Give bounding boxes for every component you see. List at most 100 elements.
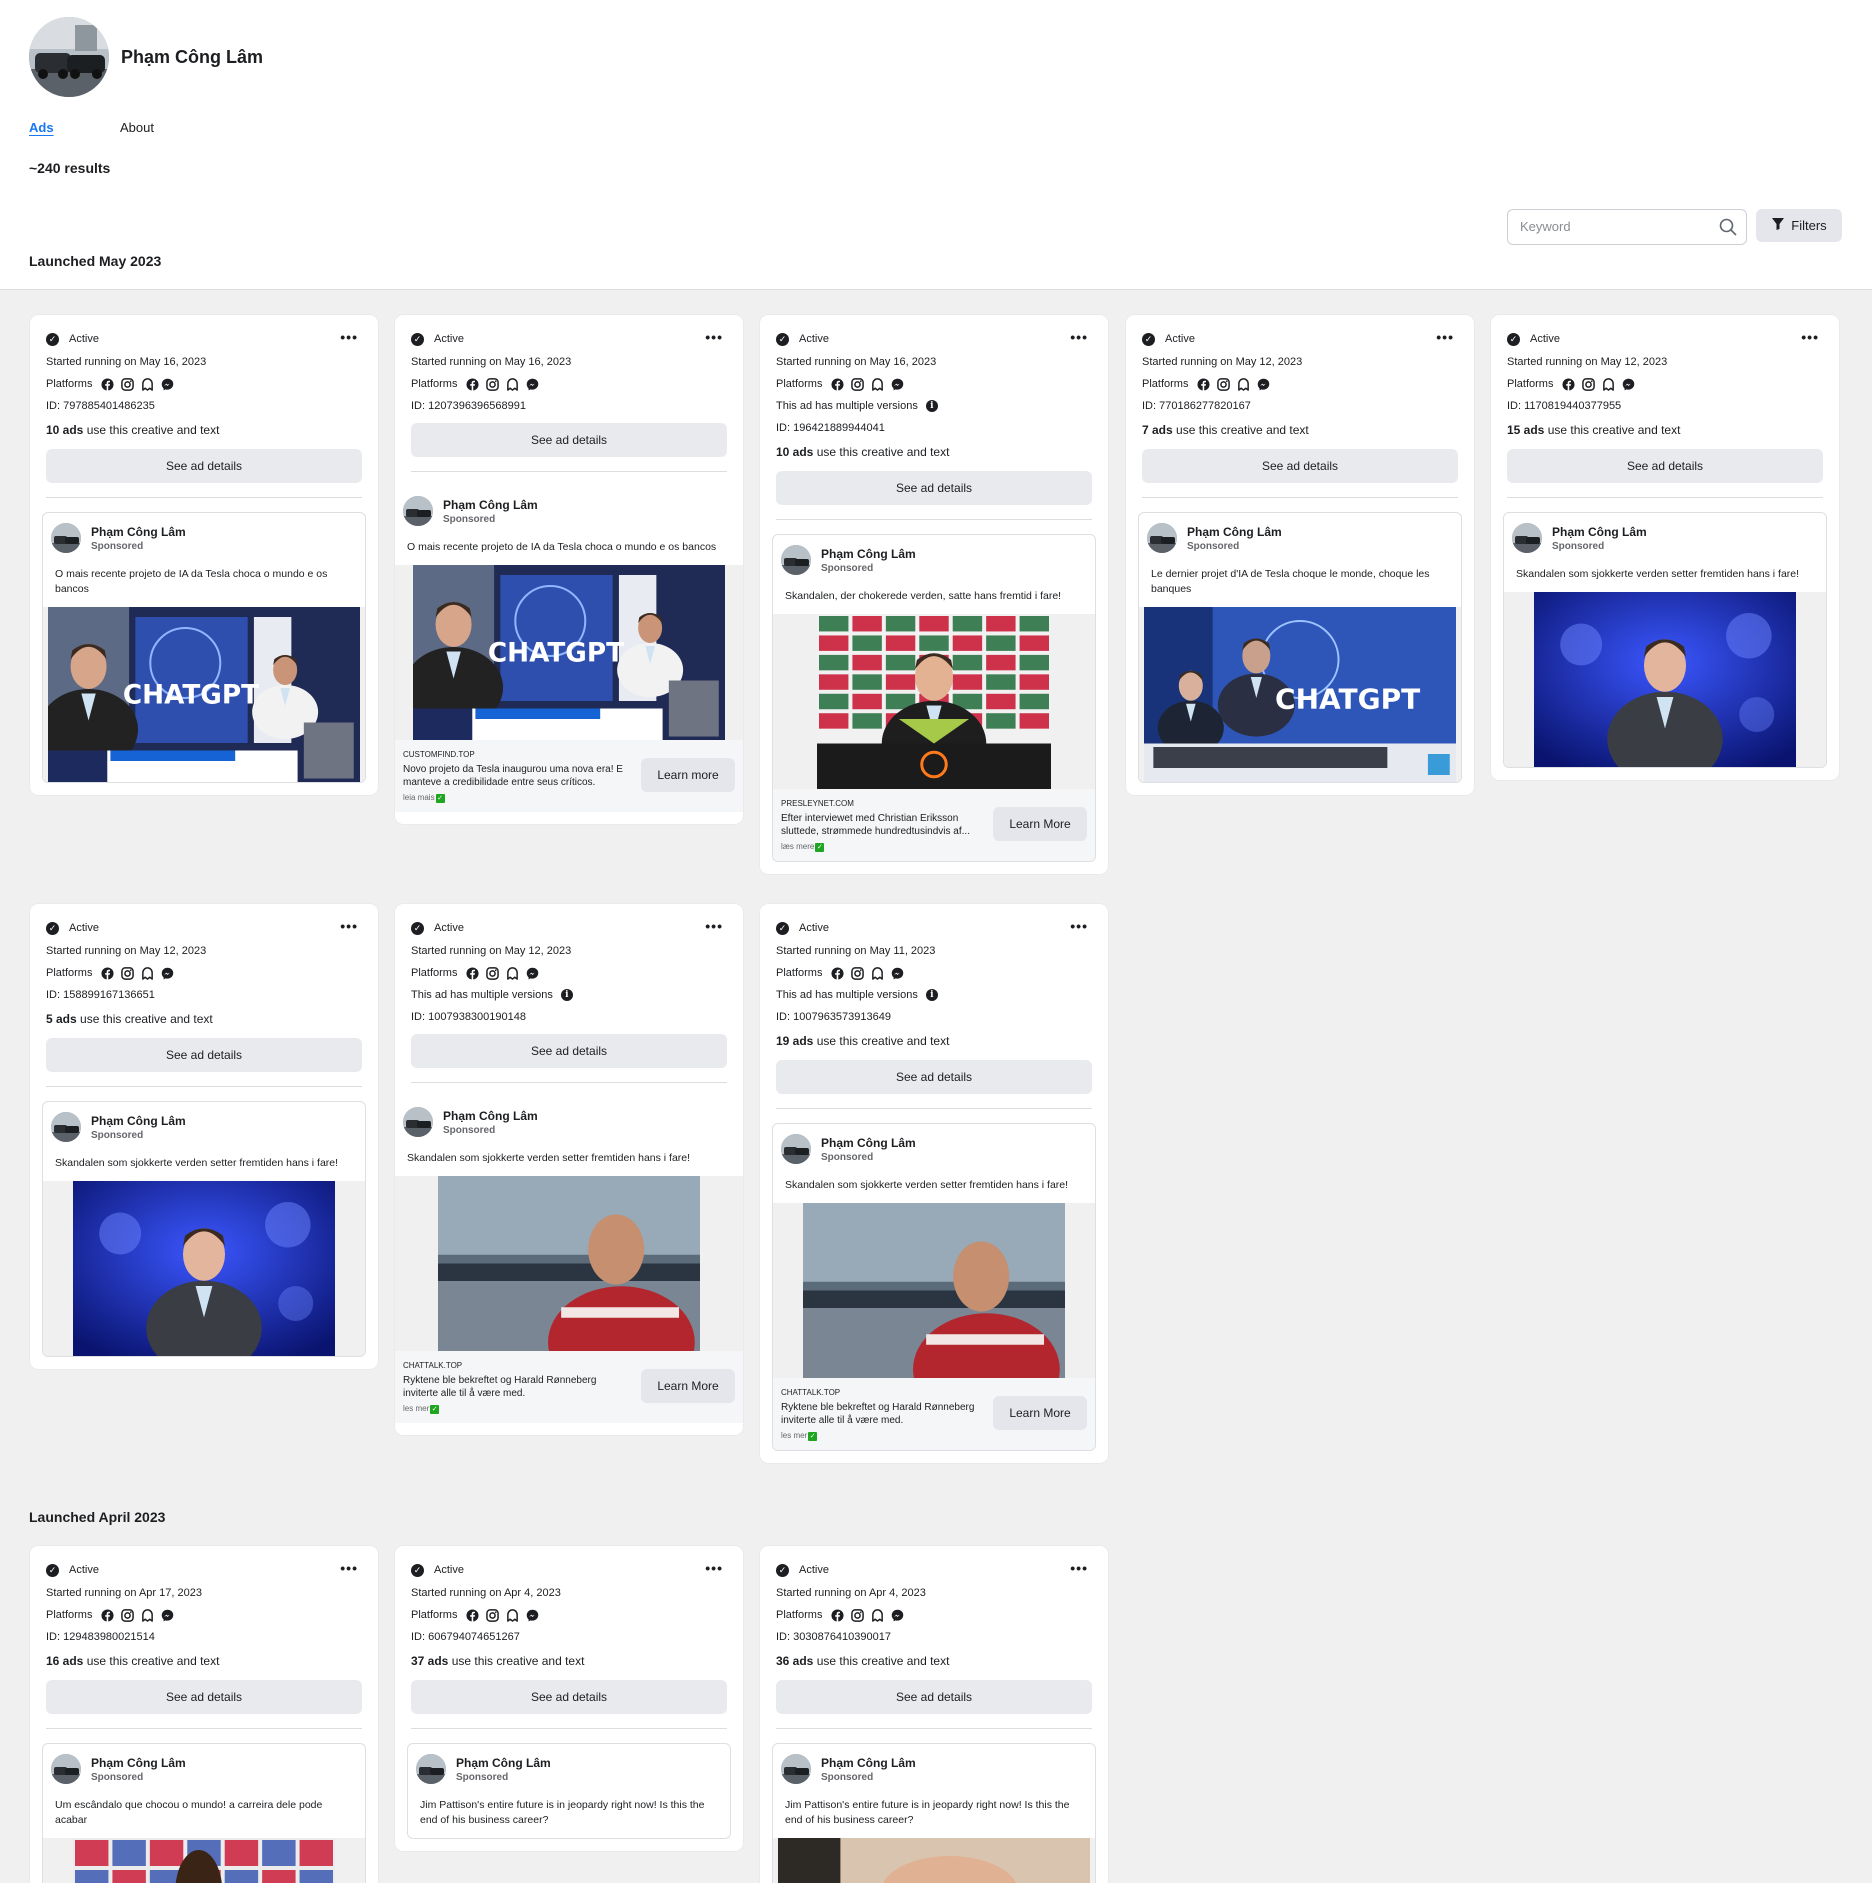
advertiser-name[interactable]: Phạm Công Lâm [821,547,916,561]
advertiser-name[interactable]: Phạm Công Lâm [443,498,538,512]
svg-text:CHATGPT: CHATGPT [488,638,624,668]
status-label: Active [799,1564,829,1576]
see-ad-details-button[interactable]: See ad details [1507,449,1823,483]
avatar [781,1134,811,1164]
preview-header: Phạm Công Lâm Sponsored [43,1744,365,1790]
start-date: Started running on May 12, 2023 [46,945,207,957]
cta-headline: Efter interviewet med Christian Eriksson… [781,813,970,837]
ad-preview: Phạm Công Lâm Sponsored Skandalen som sj… [42,1101,366,1357]
active-check-icon: ✓ [776,332,789,346]
cta-row: CHATTALK.TOP Ryktene ble bekreftet og Ha… [395,1351,743,1423]
more-options-icon[interactable]: ••• [705,1560,723,1576]
platforms-label: Platforms [411,378,458,390]
status-row: ✓ Active ••• [411,918,727,936]
ad-id: ID: 129483980021514 [46,1631,155,1643]
preview-header: Phạm Công Lâm Sponsored [1504,513,1826,559]
search-icon[interactable] [1719,218,1737,241]
multiple-versions-label: This ad has multiple versions [411,989,553,1001]
platforms-row: Platforms [411,1608,727,1622]
creative-count-label: use this creative and text [83,1654,220,1668]
media-area [773,614,1095,789]
more-options-icon[interactable]: ••• [1070,1560,1088,1576]
ad-image [803,1203,1065,1378]
ad-card-9: ✓ Active ••• Started running on Apr 17, … [30,1546,378,1883]
advertiser-name[interactable]: Phạm Công Lâm [91,1114,186,1128]
advertiser-name[interactable]: Phạm Công Lâm [821,1136,916,1150]
status-row: ✓ Active ••• [1142,329,1458,347]
advertiser-name[interactable]: Phạm Công Lâm [1187,525,1282,539]
learn-more-button[interactable]: Learn more [641,758,735,792]
advertiser-name[interactable]: Phạm Công Lâm [91,525,186,539]
creative-count: 16 ads use this creative and text [46,1654,362,1670]
cta-read-more[interactable]: læs mere ✓ [781,840,981,853]
advertiser-name[interactable]: Phạm Công Lâm [443,1109,538,1123]
creative-count-label: use this creative and text [448,1654,585,1668]
multiple-versions-note: This ad has multiple versions i [776,988,1092,1002]
advertiser-name[interactable]: Phạm Công Lâm [821,1756,916,1770]
see-ad-details-button[interactable]: See ad details [776,471,1092,505]
more-options-icon[interactable]: ••• [340,1560,358,1576]
ad-preview: Phạm Công Lâm Sponsored Jim Pattison's e… [772,1743,1096,1883]
see-ad-details-button[interactable]: See ad details [776,1060,1092,1094]
learn-more-button[interactable]: Learn More [641,1369,735,1403]
info-icon[interactable]: i [925,400,938,412]
checkmark-emoji-icon: ✓ [435,794,445,803]
filters-button[interactable]: Filters [1756,209,1842,242]
sponsored-label: Sponsored [91,1129,144,1141]
more-options-icon[interactable]: ••• [1801,329,1819,345]
more-options-icon[interactable]: ••• [1070,918,1088,934]
page-avatar[interactable] [29,17,109,97]
more-options-icon[interactable]: ••• [1070,329,1088,345]
cta-read-more[interactable]: leia mais ✓ [403,791,629,804]
see-ad-details-button[interactable]: See ad details [46,1038,362,1072]
cta-read-more[interactable]: les mer ✓ [403,1402,629,1415]
ads-count: 36 ads [776,1654,814,1668]
media-area: CHATGPT [43,607,365,782]
results-count: ~240 results [29,160,111,176]
creative-count: 19 ads use this creative and text [776,1034,1092,1050]
page-header: Phạm Công Lâm Ads About ~240 results Fil… [0,0,1872,290]
cta-read-more[interactable]: les mer ✓ [781,1429,981,1442]
see-ad-details-button[interactable]: See ad details [46,1680,362,1714]
creative-count-label: use this creative and text [83,423,220,437]
messenger-icon [160,377,174,391]
instagram-icon [120,377,134,391]
see-ad-details-button[interactable]: See ad details [46,449,362,483]
keyword-search[interactable] [1507,209,1747,245]
more-options-icon[interactable]: ••• [340,918,358,934]
search-input[interactable] [1520,219,1710,234]
more-options-icon[interactable]: ••• [340,329,358,345]
more-options-icon[interactable]: ••• [705,329,723,345]
tab-ads[interactable]: Ads [29,120,54,135]
more-options-icon[interactable]: ••• [1436,329,1454,345]
platforms-row: Platforms [46,966,362,980]
creative-count: 15 ads use this creative and text [1507,423,1823,439]
see-ad-details-button[interactable]: See ad details [411,1034,727,1068]
active-check-icon: ✓ [46,332,59,346]
creative-count: 10 ads use this creative and text [46,423,362,439]
ad-image [73,1181,335,1356]
ad-preview: Phạm Công Lâm Sponsored Skandalen som sj… [1503,512,1827,768]
instagram-icon [850,377,864,391]
media-area [773,1838,1095,1883]
status-label: Active [69,1564,99,1576]
see-ad-details-button[interactable]: See ad details [411,423,727,457]
advertiser-name[interactable]: Phạm Công Lâm [456,1756,551,1770]
advertiser-name[interactable]: Phạm Công Lâm [1552,525,1647,539]
status-label: Active [1530,333,1560,345]
instagram-icon [850,1608,864,1622]
see-ad-details-button[interactable]: See ad details [411,1680,727,1714]
avatar [51,1754,81,1784]
info-icon[interactable]: i [925,989,938,1001]
facebook-icon [465,377,479,391]
cta-row: PRESLEYNET.COM Efter interviewet med Chr… [773,789,1095,861]
more-options-icon[interactable]: ••• [705,918,723,934]
learn-more-button[interactable]: Learn More [993,807,1087,841]
tab-about[interactable]: About [120,120,154,135]
active-check-icon: ✓ [776,921,789,935]
see-ad-details-button[interactable]: See ad details [1142,449,1458,483]
see-ad-details-button[interactable]: See ad details [776,1680,1092,1714]
info-icon[interactable]: i [560,989,573,1001]
advertiser-name[interactable]: Phạm Công Lâm [91,1756,186,1770]
learn-more-button[interactable]: Learn More [993,1396,1087,1430]
